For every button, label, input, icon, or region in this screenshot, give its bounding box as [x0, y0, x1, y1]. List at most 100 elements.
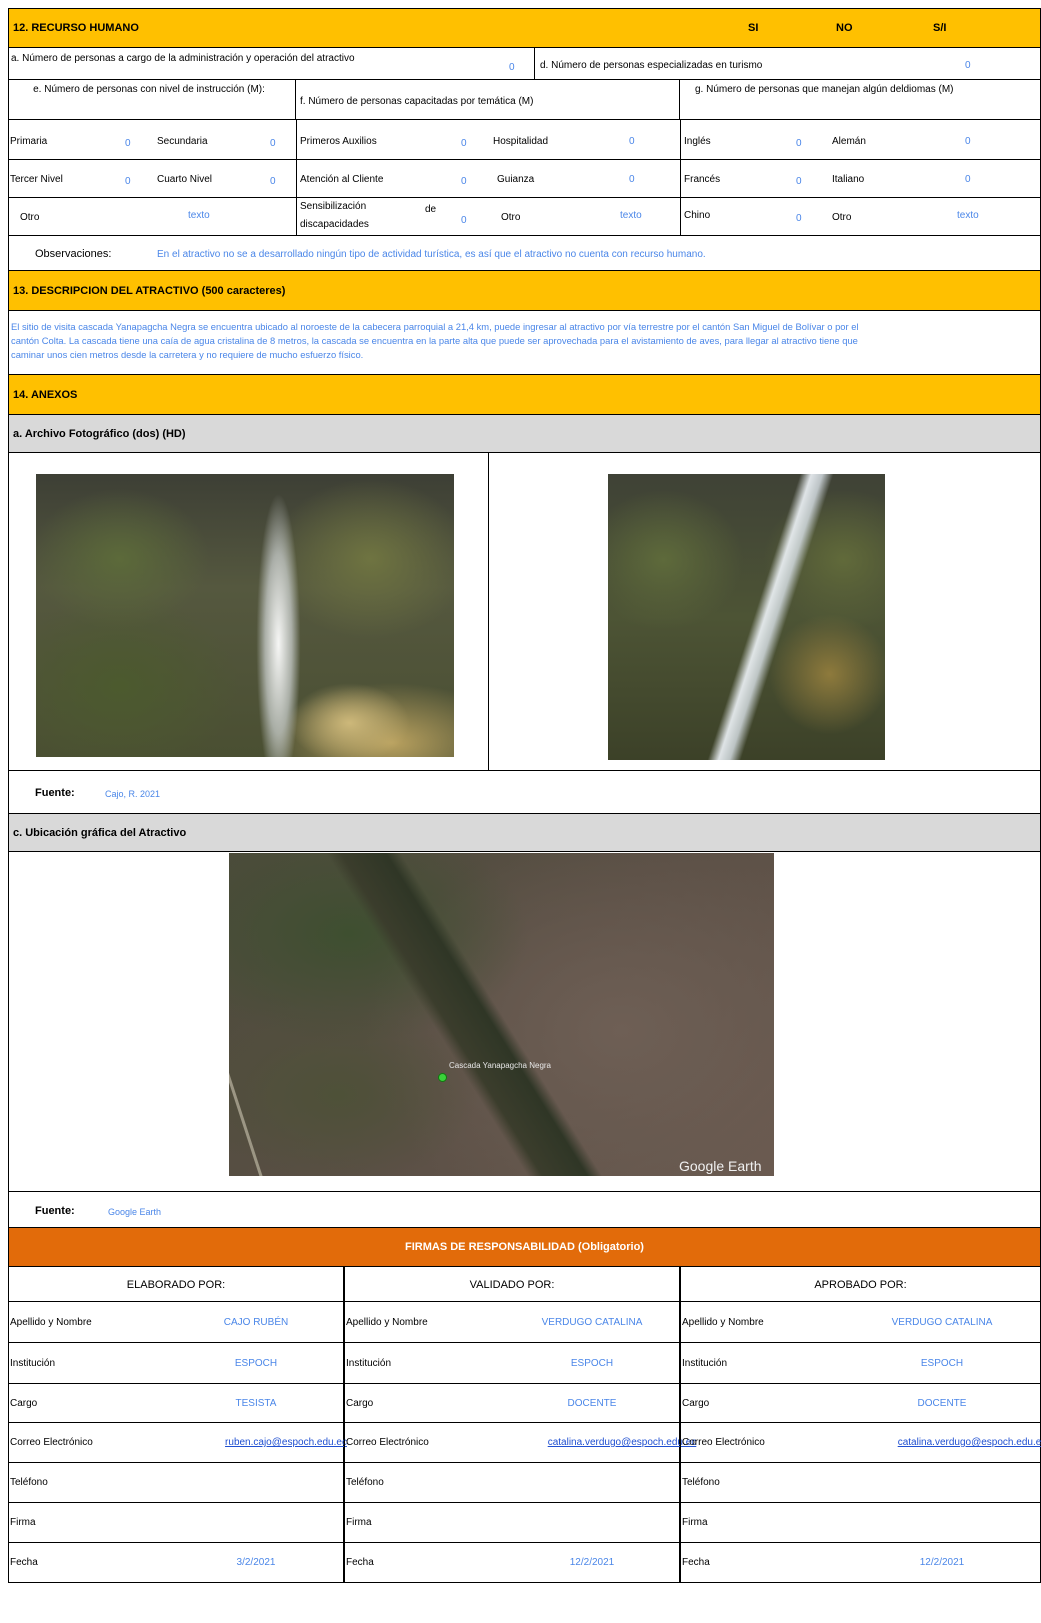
firma-label-tel: Teléfono	[346, 1477, 384, 1488]
firma-label-firma: Firma	[10, 1517, 36, 1528]
description-box: El sitio de visita cascada Yanapagcha Ne…	[8, 311, 1041, 375]
grid-divider	[680, 120, 681, 236]
section-14-header: 14. ANEXOS	[8, 375, 1041, 415]
firma-cell	[680, 1503, 1041, 1543]
fuente-label-1: Fuente:	[35, 787, 75, 799]
item-sensibilizacion-de: de	[425, 204, 437, 215]
col-si: SI	[748, 22, 759, 34]
value-guianza: 0	[629, 174, 635, 185]
firma-value-nombre: VERDUGO CATALINA	[891, 1316, 993, 1328]
section-13-title: 13. DESCRIPCION DEL ATRACTIVO (500 carac…	[13, 284, 286, 297]
firma-label-inst: Institución	[682, 1357, 728, 1369]
grid-row-3	[8, 198, 1041, 236]
fuente-value-1: Cajo, R. 2021	[105, 789, 161, 799]
value-primaria: 0	[125, 138, 131, 149]
firma-label-tel: Teléfono	[10, 1477, 48, 1488]
value-cuarto: 0	[270, 176, 276, 187]
value-secundaria: 0	[270, 138, 276, 149]
value-hospitalidad: 0	[629, 136, 635, 147]
firma-label-fecha: Fecha	[346, 1557, 374, 1568]
item-secundaria: Secundaria	[157, 136, 208, 147]
firma-cell	[344, 1463, 680, 1503]
waterfall-photo-1	[36, 474, 454, 757]
value-otro-g: texto	[957, 210, 979, 221]
firma-cell	[8, 1463, 344, 1503]
firma-label-fecha: Fecha	[682, 1557, 710, 1568]
description-line-1: El sitio de visita cascada Yanapagcha Ne…	[11, 321, 859, 332]
firma-value-cargo: DOCENTE	[567, 1397, 617, 1409]
firma-label-tel: Teléfono	[682, 1477, 720, 1488]
item-atencion: Atención al Cliente	[300, 174, 384, 185]
item-frances: Francés	[684, 174, 721, 185]
col-no: NO	[836, 22, 853, 34]
firma-label-inst: Institución	[10, 1357, 56, 1369]
value-chino: 0	[796, 213, 802, 224]
firma-label-correo: Correo Electrónico	[346, 1437, 429, 1448]
section-12-header: 12. RECURSO HUMANO	[8, 8, 1041, 48]
item-guianza: Guianza	[497, 174, 535, 185]
item-otro-e: Otro	[20, 212, 40, 223]
map-pin-label: Cascada Yanapagcha Negra	[449, 1061, 551, 1070]
firmas-header: FIRMAS DE RESPONSABILIDAD (Obligatorio)	[8, 1228, 1041, 1267]
firma-value-fecha: 12/2/2021	[919, 1557, 965, 1568]
firma-label-correo: Correo Electrónico	[682, 1437, 765, 1448]
map-title: c. Ubicación gráfica del Atractivo	[13, 826, 187, 839]
label-a: a. Número de personas a cargo de la admi…	[11, 53, 355, 64]
photo-archive-header: a. Archivo Fotográfico (dos) (HD)	[8, 415, 1041, 453]
firma-label-cargo: Cargo	[346, 1397, 374, 1409]
fuente-label-2: Fuente:	[35, 1205, 75, 1217]
firma-value-nombre: VERDUGO CATALINA	[541, 1316, 643, 1328]
description-line-3: caminar unos cien metros desde la carret…	[11, 349, 364, 360]
section-13-header: 13. DESCRIPCION DEL ATRACTIVO (500 carac…	[8, 271, 1041, 311]
firma-value-inst: ESPOCH	[570, 1357, 614, 1369]
firma-label-cargo: Cargo	[10, 1397, 38, 1409]
firma-cell	[680, 1463, 1041, 1503]
firma-label-firma: Firma	[346, 1517, 372, 1528]
firma-value-fecha: 12/2/2021	[569, 1557, 615, 1568]
item-hospitalidad: Hospitalidad	[493, 136, 549, 147]
observations-text: En el atractivo no se a desarrollado nin…	[157, 249, 706, 260]
photo-archive-title: a. Archivo Fotográfico (dos) (HD)	[13, 427, 186, 440]
photo-divider	[488, 453, 489, 771]
value-atencion: 0	[461, 176, 467, 187]
firma-label-nombre: Apellido y Nombre	[346, 1316, 428, 1328]
item-aleman: Alemán	[832, 136, 866, 147]
label-e: e. Número de personas con nivel de instr…	[33, 84, 265, 95]
fuente-row-2	[8, 1192, 1041, 1228]
item-otro-g: Otro	[832, 212, 852, 223]
map-marker-icon	[438, 1073, 447, 1082]
value-sensibilizacion: 0	[461, 215, 467, 226]
item-primaria: Primaria	[10, 136, 48, 147]
firma-label-fecha: Fecha	[10, 1557, 38, 1568]
firma-label-firma: Firma	[682, 1517, 708, 1528]
value-a: 0	[509, 62, 515, 73]
value-aleman: 0	[965, 136, 971, 147]
firma-cell	[344, 1503, 680, 1543]
observations-label: Observaciones:	[35, 248, 112, 260]
firma-label-inst: Institución	[346, 1357, 392, 1369]
section-14-title: 14. ANEXOS	[13, 388, 78, 401]
value-d: 0	[965, 60, 971, 71]
item-italiano: Italiano	[832, 174, 865, 185]
label-g: g. Número de personas que manejan algún …	[695, 84, 954, 95]
item-cuarto: Cuarto Nivel	[157, 174, 213, 185]
col-si2: S/I	[933, 22, 947, 34]
firma-column-head: VALIDADO POR:	[469, 1278, 555, 1291]
label-f: f. Número de personas capacitadas por te…	[300, 96, 534, 107]
firma-value-correo[interactable]: catalina.verdugo@espoch.edu.ec	[882, 1437, 1041, 1448]
item-otro-f: Otro	[501, 212, 521, 223]
waterfall-photo-2	[608, 474, 885, 760]
firma-cell	[8, 1503, 344, 1543]
value-otro-e: texto	[188, 210, 210, 221]
map-brand: Google Earth	[679, 1158, 762, 1174]
firma-value-nombre: CAJO RUBÉN	[223, 1316, 289, 1328]
value-auxilios: 0	[461, 138, 467, 149]
firma-label-cargo: Cargo	[682, 1397, 710, 1409]
firma-value-inst: ESPOCH	[920, 1357, 964, 1369]
firma-label-correo: Correo Electrónico	[10, 1437, 93, 1448]
section-12-title: 12. RECURSO HUMANO	[13, 22, 139, 34]
firma-value-cargo: TESISTA	[235, 1397, 277, 1409]
map-header: c. Ubicación gráfica del Atractivo	[8, 814, 1041, 852]
grid-divider	[296, 120, 297, 236]
fuente-row-1	[8, 771, 1041, 814]
